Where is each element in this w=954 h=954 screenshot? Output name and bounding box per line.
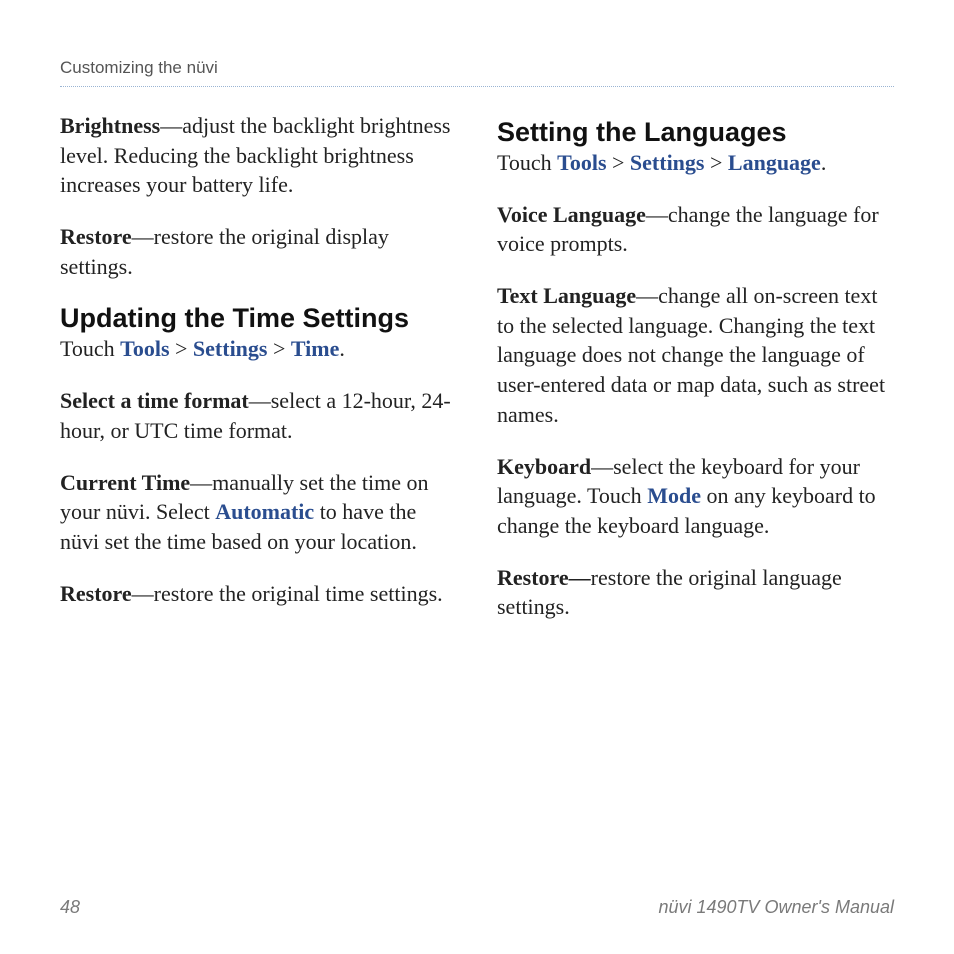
restore-time-label: Restore (60, 581, 132, 606)
nav-tools: Tools (557, 150, 606, 175)
manual-title: nüvi 1490TV Owner's Manual (658, 897, 894, 918)
header-rule (60, 86, 894, 87)
text-language-label: Text Language (497, 283, 636, 308)
nav-sep: > (607, 150, 630, 175)
nav-sep: > (704, 150, 727, 175)
content-columns: Brightness—adjust the backlight brightne… (60, 111, 894, 644)
restore-time-text: —restore the original time settings. (132, 581, 443, 606)
nav-language: Language (728, 150, 821, 175)
voice-language-para: Voice Language—change the language for v… (497, 200, 894, 259)
heading-time-settings: Updating the Time Settings (60, 303, 457, 334)
page-number: 48 (60, 897, 80, 918)
current-time-para: Current Time—manually set the time on yo… (60, 468, 457, 557)
nav-sep: > (170, 336, 193, 361)
heading-languages: Setting the Languages (497, 117, 894, 148)
restore-language-label: Restore— (497, 565, 591, 590)
restore-display-label: Restore (60, 224, 132, 249)
nav-tools: Tools (120, 336, 169, 361)
nav-path-language: Touch Tools > Settings > Language. (497, 148, 894, 178)
restore-display-para: Restore—restore the original display set… (60, 222, 457, 281)
breadcrumb: Customizing the nüvi (60, 58, 218, 77)
mode-link: Mode (647, 483, 701, 508)
nav-sep: > (267, 336, 290, 361)
nav-suffix: . (821, 150, 827, 175)
nav-time: Time (291, 336, 339, 361)
nav-suffix: . (339, 336, 345, 361)
nav-settings: Settings (193, 336, 268, 361)
page-header: Customizing the nüvi (60, 58, 894, 78)
left-column: Brightness—adjust the backlight brightne… (60, 111, 457, 644)
time-format-label: Select a time format (60, 388, 249, 413)
automatic-link: Automatic (215, 499, 314, 524)
brightness-para: Brightness—adjust the backlight brightne… (60, 111, 457, 200)
text-language-para: Text Language—change all on-screen text … (497, 281, 894, 429)
restore-language-para: Restore—restore the original language se… (497, 563, 894, 622)
restore-time-para: Restore—restore the original time settin… (60, 579, 457, 609)
keyboard-label: Keyboard (497, 454, 591, 479)
keyboard-para: Keyboard—select the keyboard for your la… (497, 452, 894, 541)
page-footer: 48 nüvi 1490TV Owner's Manual (60, 897, 894, 918)
brightness-label: Brightness (60, 113, 160, 138)
time-format-para: Select a time format—select a 12-hour, 2… (60, 386, 457, 445)
nav-prefix: Touch (60, 336, 120, 361)
right-column: Setting the Languages Touch Tools > Sett… (497, 111, 894, 644)
nav-prefix: Touch (497, 150, 557, 175)
nav-path-time: Touch Tools > Settings > Time. (60, 334, 457, 364)
voice-language-label: Voice Language (497, 202, 646, 227)
current-time-label: Current Time (60, 470, 190, 495)
nav-settings: Settings (630, 150, 705, 175)
